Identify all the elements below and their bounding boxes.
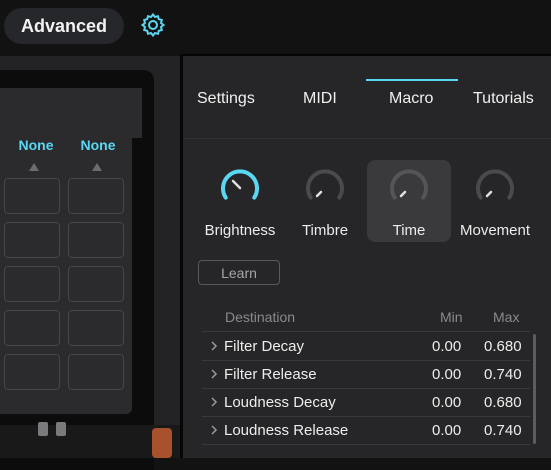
macro-label-brightness: Brightness (204, 222, 276, 239)
row-divider (202, 444, 530, 445)
max-cell[interactable]: 0.740 (484, 422, 522, 439)
min-cell[interactable]: 0.00 (432, 338, 461, 355)
pad-cell[interactable] (68, 266, 124, 302)
active-tab-indicator (366, 79, 458, 81)
chevron-right-icon[interactable] (208, 340, 220, 352)
destination-cell: Filter Release (224, 366, 317, 383)
macro-label-time: Time (392, 222, 426, 239)
min-cell[interactable]: 0.00 (432, 394, 461, 411)
tab-macro[interactable]: Macro (389, 90, 433, 108)
column-label-1[interactable]: None (7, 137, 65, 153)
slider-handle (56, 422, 66, 436)
timbre-knob[interactable] (302, 165, 348, 211)
wood-side-panel (152, 428, 172, 458)
macro-label-timbre: Timbre (301, 222, 349, 239)
pad-cell[interactable] (4, 310, 60, 346)
table-row[interactable]: Loudness Release 0.00 0.740 (202, 416, 530, 444)
arrow-up-icon (29, 163, 39, 171)
max-cell[interactable]: 0.740 (484, 366, 522, 383)
pad-cell[interactable] (4, 266, 60, 302)
macro-label-movement: Movement (459, 222, 531, 239)
max-cell[interactable]: 0.680 (484, 394, 522, 411)
slider-handle (38, 422, 48, 436)
column-header-max: Max (493, 309, 520, 325)
gear-icon[interactable] (139, 11, 167, 39)
min-cell[interactable]: 0.00 (432, 422, 461, 439)
movement-knob[interactable] (472, 165, 518, 211)
brightness-knob[interactable] (217, 165, 263, 211)
tab-tutorials[interactable]: Tutorials (473, 90, 534, 108)
chevron-right-icon[interactable] (208, 424, 220, 436)
advanced-button[interactable]: Advanced (4, 8, 124, 44)
arrow-up-icon (92, 163, 102, 171)
pad-cell[interactable] (68, 354, 124, 390)
destination-cell: Filter Decay (224, 338, 305, 355)
min-cell[interactable]: 0.00 (432, 366, 461, 383)
tab-settings[interactable]: Settings (197, 90, 255, 108)
learn-button[interactable]: Learn (198, 260, 280, 285)
scrollbar[interactable] (533, 334, 536, 444)
max-cell[interactable]: 0.680 (484, 338, 522, 355)
chevron-right-icon[interactable] (208, 396, 220, 408)
pad-cell[interactable] (68, 310, 124, 346)
tab-divider (183, 138, 551, 139)
pad-cell[interactable] (68, 178, 124, 214)
pad-cell[interactable] (4, 178, 60, 214)
table-row[interactable]: Filter Release 0.00 0.740 (202, 360, 530, 388)
pad-cell[interactable] (68, 222, 124, 258)
column-label-2[interactable]: None (69, 137, 127, 153)
tab-midi[interactable]: MIDI (303, 90, 337, 108)
pad-cell[interactable] (4, 354, 60, 390)
destination-cell: Loudness Decay (224, 394, 336, 411)
time-knob[interactable] (386, 165, 432, 211)
chevron-right-icon[interactable] (208, 368, 220, 380)
column-header-min: Min (440, 309, 463, 325)
destination-cell: Loudness Release (224, 422, 349, 439)
table-row[interactable]: Filter Decay 0.00 0.680 (202, 332, 530, 360)
column-header-destination: Destination (225, 309, 296, 325)
pad-cell[interactable] (4, 222, 60, 258)
table-row[interactable]: Loudness Decay 0.00 0.680 (202, 388, 530, 416)
